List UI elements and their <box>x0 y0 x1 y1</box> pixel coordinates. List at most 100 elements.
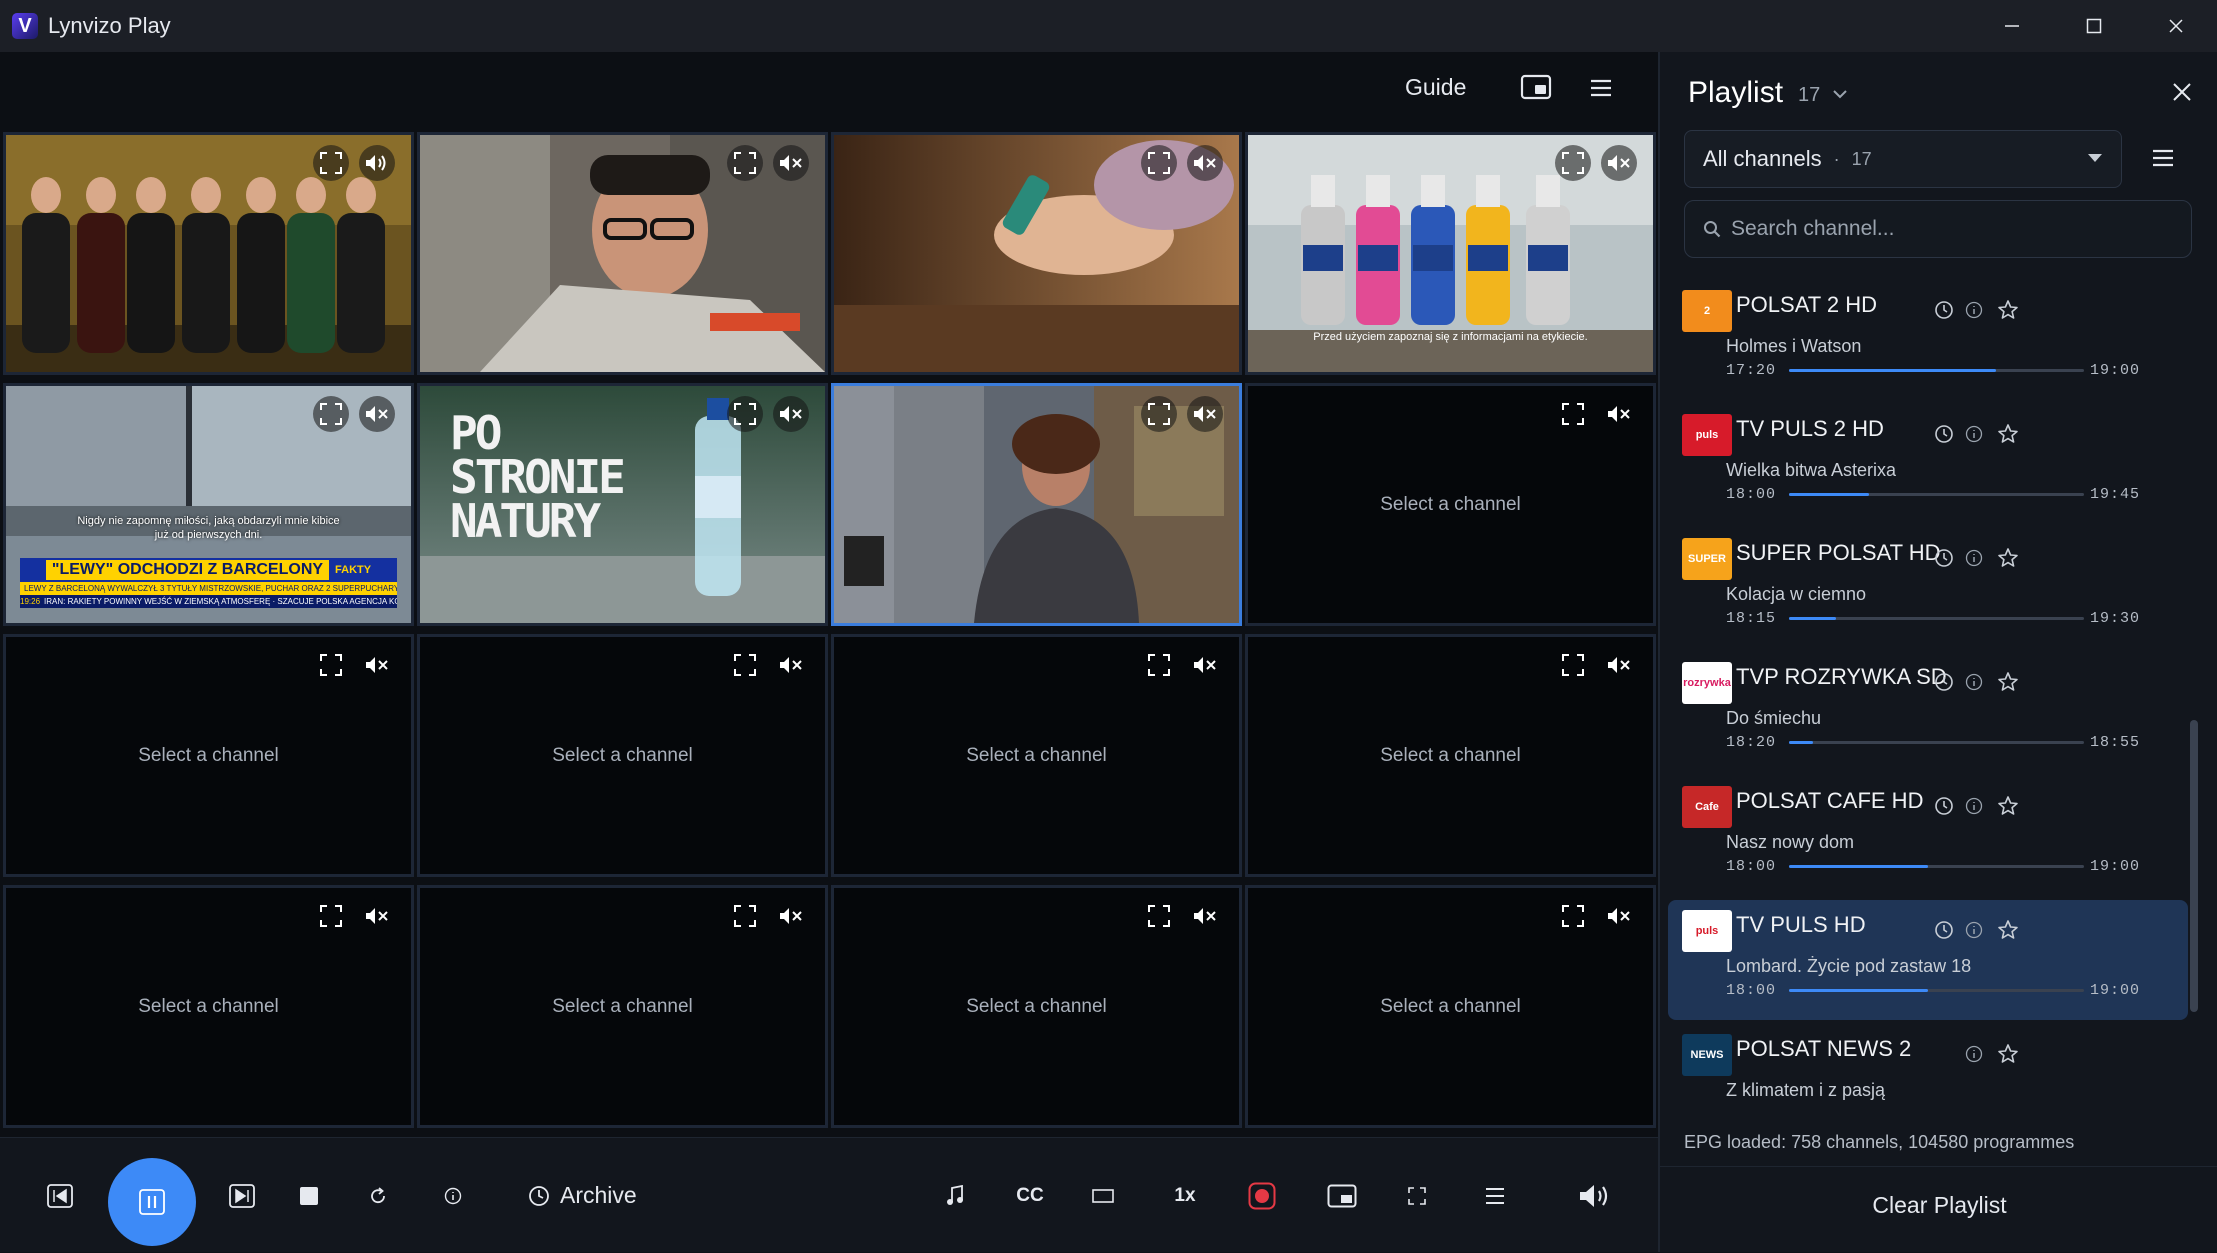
minimize-button[interactable] <box>1972 0 2052 52</box>
cell-volume-button[interactable] <box>359 145 395 181</box>
empty-cell[interactable]: Select a channel <box>3 634 414 877</box>
cell-fullscreen-button[interactable] <box>727 647 763 683</box>
volume-button[interactable] <box>1576 1138 1614 1253</box>
stop-button[interactable] <box>296 1138 322 1253</box>
cell-fullscreen-button[interactable] <box>727 898 763 934</box>
cell-fullscreen-button[interactable] <box>313 396 349 432</box>
archive-button[interactable] <box>1930 420 1958 448</box>
search-channel-input[interactable] <box>1731 217 2171 241</box>
cell-mute-button[interactable] <box>1601 898 1637 934</box>
close-playlist-button[interactable] <box>2172 82 2192 102</box>
cell-mute-button[interactable] <box>359 898 395 934</box>
empty-cell[interactable]: Select a channel <box>3 885 414 1128</box>
previous-button[interactable] <box>42 1138 78 1253</box>
channel-item[interactable]: SUPER SUPER POLSAT HD Kolacja w ciemno 18:1… <box>1668 528 2188 648</box>
video-cell[interactable] <box>831 383 1242 626</box>
favorite-button[interactable] <box>1994 420 2022 448</box>
favorite-button[interactable] <box>1994 668 2022 696</box>
cell-mute-button[interactable] <box>1187 145 1223 181</box>
channel-item[interactable]: Cafe POLSAT CAFE HD Nasz nowy dom 18:00 19:0… <box>1668 776 2188 896</box>
mini-player-button[interactable] <box>1326 1138 1358 1253</box>
cell-fullscreen-button[interactable] <box>313 145 349 181</box>
channel-group-select[interactable]: All channels · 17 <box>1684 130 2122 188</box>
info-button[interactable] <box>440 1138 466 1253</box>
pip-button[interactable] <box>1520 74 1552 100</box>
cell-mute-button[interactable] <box>1187 396 1223 432</box>
channel-info-button[interactable] <box>1960 420 1988 448</box>
close-window-button[interactable] <box>2136 0 2216 52</box>
cell-mute-button[interactable] <box>773 647 809 683</box>
cell-fullscreen-button[interactable] <box>1555 898 1591 934</box>
empty-cell[interactable]: Select a channel <box>417 634 828 877</box>
cell-fullscreen-button[interactable] <box>727 396 763 432</box>
favorite-button[interactable] <box>1994 544 2022 572</box>
clear-playlist-button[interactable]: Clear Playlist <box>1660 1192 2217 1219</box>
archive-button[interactable]: Archive <box>528 1138 668 1253</box>
cell-mute-button[interactable] <box>1601 145 1637 181</box>
guide-button[interactable]: Guide <box>1405 74 1466 101</box>
cell-mute-button[interactable] <box>1187 647 1223 683</box>
cell-mute-button[interactable] <box>359 396 395 432</box>
cell-fullscreen-button[interactable] <box>727 145 763 181</box>
cell-mute-button[interactable] <box>773 898 809 934</box>
channel-info-button[interactable] <box>1960 792 1988 820</box>
cell-mute-button[interactable] <box>1187 898 1223 934</box>
video-cell[interactable]: Przed użyciem zapoznaj się z informacjam… <box>1245 132 1656 375</box>
cell-mute-button[interactable] <box>1601 647 1637 683</box>
empty-cell[interactable]: Select a channel <box>1245 383 1656 626</box>
archive-button[interactable] <box>1930 296 1958 324</box>
archive-button[interactable] <box>1930 792 1958 820</box>
video-cell[interactable]: Nigdy nie zapomnę miłości, jaką obdarzyl… <box>3 383 414 626</box>
video-cell[interactable] <box>417 132 828 375</box>
video-cell[interactable]: PO STRONIE NATURY <box>417 383 828 626</box>
cell-mute-button[interactable] <box>1601 396 1637 432</box>
channel-item[interactable]: NEWS POLSAT NEWS 2 Z klimatem i z pasją <box>1668 1024 2188 1110</box>
playlist-toggle-button[interactable] <box>1482 1138 1508 1253</box>
channel-info-button[interactable] <box>1960 296 1988 324</box>
reload-button[interactable] <box>365 1138 391 1253</box>
maximize-button[interactable] <box>2054 0 2134 52</box>
fullscreen-button[interactable] <box>1404 1138 1430 1253</box>
cell-fullscreen-button[interactable] <box>1555 145 1591 181</box>
favorite-button[interactable] <box>1994 1040 2022 1068</box>
favorite-button[interactable] <box>1994 792 2022 820</box>
channel-info-button[interactable] <box>1960 668 1988 696</box>
playlist-menu-button[interactable] <box>2152 148 2174 168</box>
channel-item[interactable]: puls TV PULS 2 HD Wielka bitwa Asterixa 18:… <box>1668 404 2188 524</box>
channel-info-button[interactable] <box>1960 1040 1988 1068</box>
cell-fullscreen-button[interactable] <box>313 898 349 934</box>
empty-cell[interactable]: Select a channel <box>831 885 1242 1128</box>
favorite-button[interactable] <box>1994 916 2022 944</box>
channel-search[interactable] <box>1684 200 2192 258</box>
menu-button[interactable] <box>1590 78 1612 98</box>
audio-track-button[interactable] <box>940 1138 970 1253</box>
channel-item[interactable]: puls TV PULS HD Lombard. Życie pod zastaw … <box>1668 900 2188 1020</box>
video-cell[interactable] <box>3 132 414 375</box>
cell-fullscreen-button[interactable] <box>1555 396 1591 432</box>
cell-fullscreen-button[interactable] <box>1555 647 1591 683</box>
cell-mute-button[interactable] <box>359 647 395 683</box>
cell-mute-button[interactable] <box>773 396 809 432</box>
cell-fullscreen-button[interactable] <box>1141 145 1177 181</box>
empty-cell[interactable]: Select a channel <box>417 885 828 1128</box>
archive-button[interactable] <box>1930 668 1958 696</box>
empty-cell[interactable]: Select a channel <box>1245 634 1656 877</box>
next-button[interactable] <box>224 1138 260 1253</box>
playlist-dropdown-button[interactable] <box>1832 88 1848 100</box>
aspect-ratio-button[interactable] <box>1090 1138 1116 1253</box>
cell-fullscreen-button[interactable] <box>1141 396 1177 432</box>
channel-item[interactable]: 2 POLSAT 2 HD Holmes i Watson 17:20 19:00 <box>1668 280 2188 400</box>
pause-button[interactable] <box>108 1158 196 1246</box>
archive-button[interactable] <box>1930 544 1958 572</box>
cell-fullscreen-button[interactable] <box>313 647 349 683</box>
channel-info-button[interactable] <box>1960 544 1988 572</box>
cell-fullscreen-button[interactable] <box>1141 898 1177 934</box>
video-cell[interactable] <box>831 132 1242 375</box>
empty-cell[interactable]: Select a channel <box>831 634 1242 877</box>
speed-button[interactable]: 1x <box>1170 1138 1200 1253</box>
subtitles-button[interactable]: CC <box>1012 1138 1048 1253</box>
cell-mute-button[interactable] <box>773 145 809 181</box>
channel-info-button[interactable] <box>1960 916 1988 944</box>
empty-cell[interactable]: Select a channel <box>1245 885 1656 1128</box>
channel-item[interactable]: rozrywka TVP ROZRYWKA SD Do śmiechu 18:20 18… <box>1668 652 2188 772</box>
